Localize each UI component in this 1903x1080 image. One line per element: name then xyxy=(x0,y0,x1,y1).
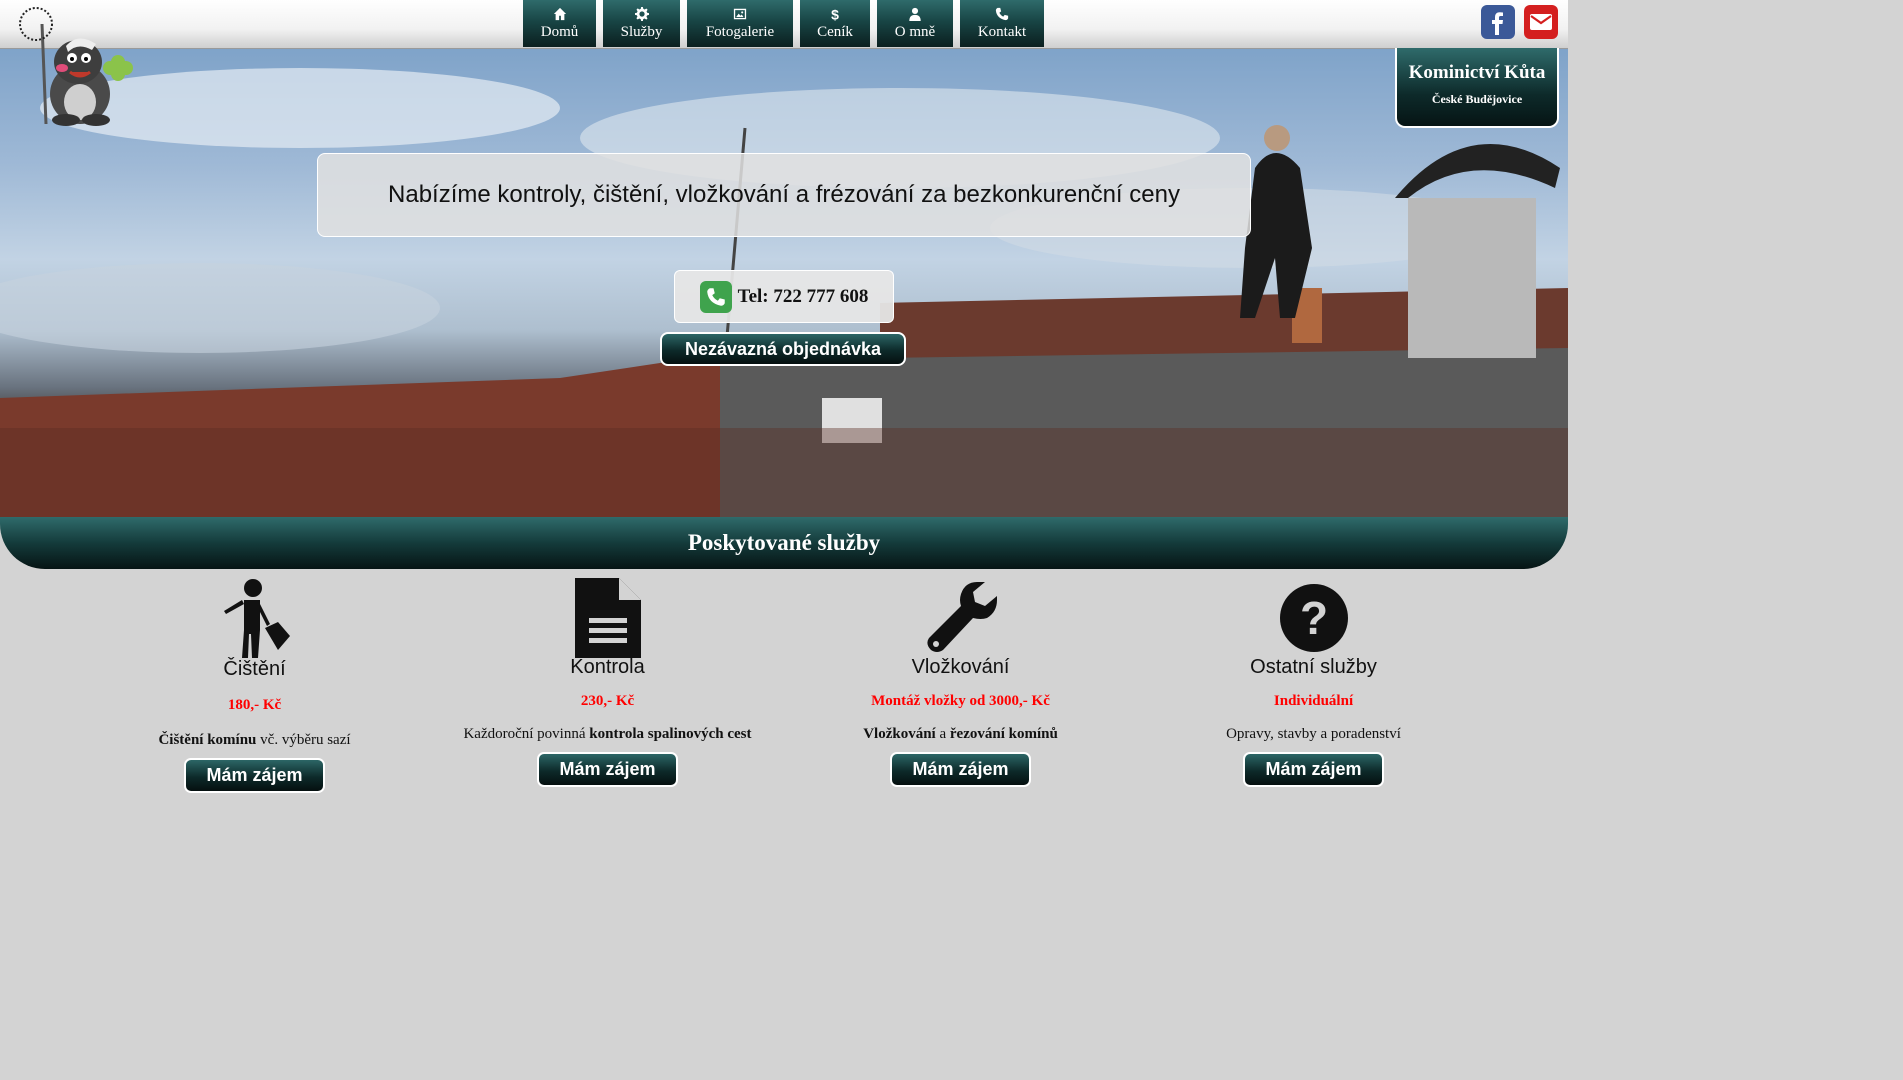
nav-item-cenik[interactable]: $ Ceník xyxy=(800,0,870,47)
service-title: Ostatní služby xyxy=(1250,656,1377,678)
service-icon-wrap xyxy=(78,578,431,660)
nav-label: O mně xyxy=(894,23,936,40)
service-description: Opravy, stavby a poradenství xyxy=(1226,726,1401,742)
nav-label: Domů xyxy=(540,23,579,40)
brand-subtitle: České Budějovice xyxy=(1431,92,1523,106)
svg-text:$: $ xyxy=(831,7,839,21)
service-card-cisteni: Čištění 180,- Kč Čištění komínu vč. výbě… xyxy=(78,578,431,793)
svg-text:?: ? xyxy=(1299,592,1327,644)
nav-label: Ceník xyxy=(817,23,853,40)
nav-item-sluzby[interactable]: Služby xyxy=(603,0,680,47)
service-description: Čištění komínu vč. výběru sazí xyxy=(78,732,431,749)
document-icon xyxy=(574,578,641,658)
service-desc-bold-2: řezování komínů xyxy=(949,726,1058,742)
service-price: 180,- Kč xyxy=(227,697,282,713)
service-price: Individuální xyxy=(1273,693,1354,709)
hero-section: Nabízíme kontroly, čištění, vložkování a… xyxy=(0,48,1568,518)
interest-button[interactable]: Mám zájem xyxy=(537,752,678,787)
service-price: 230,- Kč xyxy=(580,693,635,709)
nav-item-o-mne[interactable]: O mně xyxy=(877,0,953,47)
nav-label: Fotogalerie xyxy=(705,23,775,40)
interest-button[interactable]: Mám zájem xyxy=(1243,752,1384,787)
service-desc-pre: Každoroční povinná xyxy=(463,726,590,742)
main-nav: Domů Služby Fotogalerie $ Ceník O mně Ko… xyxy=(523,0,1044,47)
nav-item-fotogalerie[interactable]: Fotogalerie xyxy=(687,0,793,47)
service-description: Každoroční povinná kontrola spalinových … xyxy=(431,726,784,743)
service-card-kontrola: Kontrola 230,- Kč Každoroční povinná kon… xyxy=(431,578,784,787)
services-heading: Poskytované služby xyxy=(687,530,881,555)
hero-headline-box: Nabízíme kontroly, čištění, vložkování a… xyxy=(317,153,1251,237)
nav-item-kontakt[interactable]: Kontakt xyxy=(960,0,1044,47)
user-icon xyxy=(909,7,921,21)
phone-number: Tel: 722 777 608 xyxy=(737,285,869,307)
service-icon-wrap xyxy=(431,578,784,660)
mail-icon[interactable] xyxy=(1524,5,1558,39)
home-icon xyxy=(553,7,566,20)
service-desc-mid: a xyxy=(935,726,950,742)
question-icon: ? xyxy=(1279,584,1348,652)
service-desc-bold: Vložkování xyxy=(863,726,936,742)
gear-icon xyxy=(634,6,649,21)
interest-button[interactable]: Mám zájem xyxy=(890,752,1031,787)
phone-icon xyxy=(995,7,1009,20)
phone-contact[interactable]: Tel: 722 777 608 xyxy=(674,270,894,323)
dollar-icon: $ xyxy=(831,7,839,21)
facebook-icon[interactable] xyxy=(1481,5,1515,39)
service-title: Kontrola xyxy=(570,656,645,678)
services-heading-band: Poskytované služby xyxy=(0,517,1568,569)
brand-badge[interactable]: Kominictví Kůta České Budějovice xyxy=(1395,48,1559,128)
service-title: Vložkování xyxy=(911,656,1010,678)
service-desc-bold: kontrola spalinových cest xyxy=(589,726,752,742)
brand-title: Kominictví Kůta xyxy=(1408,62,1546,83)
service-price: Montáž vložky od 3000,- Kč xyxy=(871,693,1050,709)
nav-label: Služby xyxy=(620,23,663,40)
service-icon-wrap xyxy=(784,578,1137,660)
service-icon-wrap: ? xyxy=(1137,578,1490,660)
nav-item-domu[interactable]: Domů xyxy=(523,0,596,47)
order-button[interactable]: Nezávazná objednávka xyxy=(660,332,906,366)
service-desc-rest: vč. výběru sazí xyxy=(256,732,351,748)
hero-headline: Nabízíme kontroly, čištění, vložkování a… xyxy=(388,181,1180,208)
wrench-icon xyxy=(926,582,997,652)
service-card-ostatni: ? Ostatní služby Individuální Opravy, st… xyxy=(1137,578,1490,787)
nav-label: Kontakt xyxy=(977,23,1027,40)
social-links xyxy=(1481,5,1558,39)
service-title: Čištění xyxy=(223,658,286,680)
phone-icon xyxy=(699,280,732,313)
service-desc-bold: Čištění komínu xyxy=(158,732,257,748)
mole-logo[interactable] xyxy=(6,6,136,128)
service-card-vlozkovani: Vložkování Montáž vložky od 3000,- Kč Vl… xyxy=(784,578,1137,787)
chimney-sweep-icon xyxy=(223,579,290,658)
image-icon xyxy=(733,8,747,19)
interest-button[interactable]: Mám zájem xyxy=(184,758,325,793)
service-description: Vložkování a řezování komínů xyxy=(784,726,1137,743)
